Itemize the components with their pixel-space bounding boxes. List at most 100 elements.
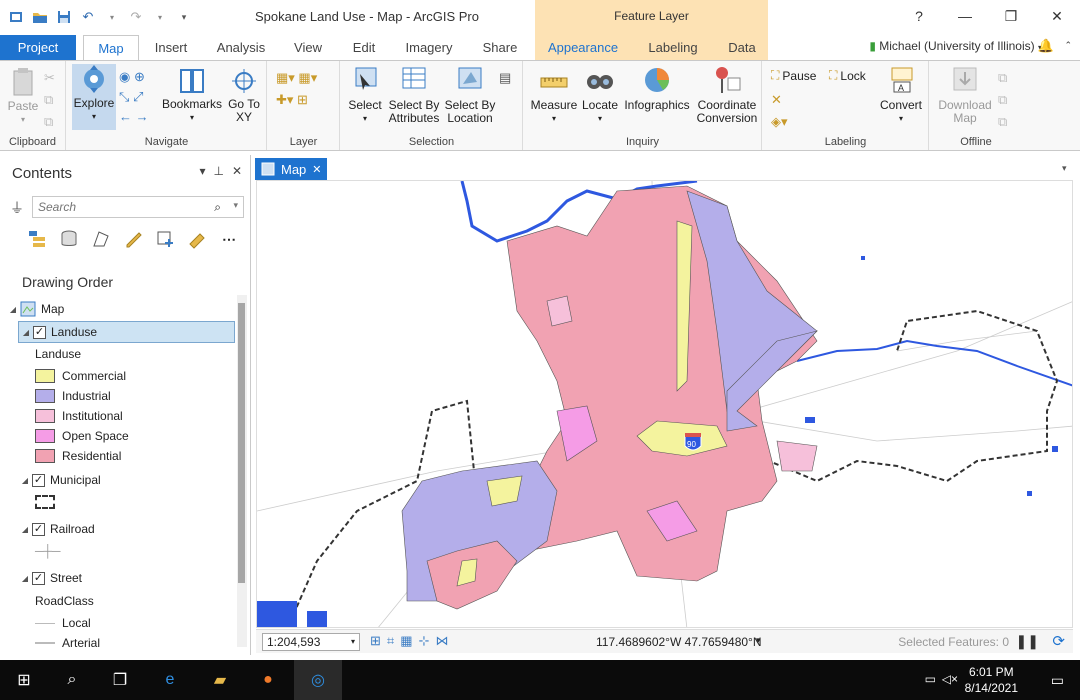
more-options-icon[interactable]: ⋯ xyxy=(218,228,240,250)
tab-labeling[interactable]: Labeling xyxy=(640,35,706,61)
windows-start-icon[interactable]: ⊞ xyxy=(0,660,48,700)
taskbar-clock[interactable]: 6:01 PM 8/14/2021 xyxy=(965,664,1018,696)
file-explorer-icon[interactable]: ▰ xyxy=(196,660,244,700)
save-icon[interactable] xyxy=(54,7,74,27)
constraints-icon[interactable]: ⌗ xyxy=(387,633,394,649)
select-by-attributes-button[interactable]: Select By Attributes xyxy=(387,64,441,125)
expand-icon[interactable]: ◢ xyxy=(19,328,33,337)
close-button[interactable]: ✕ xyxy=(1034,0,1080,32)
layer-railroad[interactable]: ◢ ✓ Railroad xyxy=(18,518,95,540)
grid-icon[interactable]: ▦ xyxy=(400,633,412,649)
minimize-button[interactable]: ― xyxy=(942,0,988,32)
coordinate-conversion-button[interactable]: Coordinate Conversion xyxy=(694,64,760,125)
redo-dropdown-icon[interactable]: ▾ xyxy=(150,7,170,27)
snapping-view-icon[interactable] xyxy=(154,228,176,250)
goto-xy-button[interactable]: Go To XY xyxy=(225,67,263,124)
search-input[interactable] xyxy=(33,197,193,217)
infographics-button[interactable]: Infographics xyxy=(622,64,692,112)
search-icon[interactable]: ⌕ xyxy=(214,200,221,215)
contents-search[interactable]: ⌕ ▾ xyxy=(32,196,244,218)
measure-button[interactable]: Measure ▾ xyxy=(530,64,578,125)
download-map-button[interactable]: Download Map xyxy=(934,64,996,125)
drawing-order-icon[interactable] xyxy=(26,228,48,250)
user-account[interactable]: ▮ Michael (University of Illinois) ▾ xyxy=(869,39,1042,53)
explore-button[interactable]: Explore ▾ xyxy=(72,64,116,130)
redo-icon[interactable]: ↷ xyxy=(126,7,146,27)
tab-imagery[interactable]: Imagery xyxy=(397,35,461,61)
pane-menu-icon[interactable]: ▾ xyxy=(199,164,205,178)
notifications-icon[interactable]: ▭ xyxy=(1051,672,1064,689)
zoom-nav-icons[interactable]: ◉ ⊕ ⤡ ⤢ ← → xyxy=(119,67,157,127)
scroll-thumb[interactable] xyxy=(238,303,245,583)
expand-icon[interactable]: ◢ xyxy=(18,574,32,583)
tab-project[interactable]: Project xyxy=(0,35,76,61)
tab-map[interactable]: Map xyxy=(83,35,139,61)
snapping-icon[interactable]: ⋈ xyxy=(435,633,448,649)
collapse-ribbon-icon[interactable]: ⌃ xyxy=(1064,40,1072,51)
undo-icon[interactable]: ↶ xyxy=(78,7,98,27)
grid-snap-icon[interactable]: ⊞ xyxy=(370,633,381,649)
task-view-icon[interactable]: ❐ xyxy=(96,660,144,700)
view-dropdown-icon[interactable]: ▾ xyxy=(1062,163,1067,174)
railroad-visibility-checkbox[interactable]: ✓ xyxy=(32,522,45,536)
data-source-icon[interactable] xyxy=(58,228,80,250)
select-button[interactable]: Select ▾ xyxy=(345,64,385,125)
firefox-icon[interactable]: ● xyxy=(244,660,292,700)
undo-dropdown-icon[interactable]: ▾ xyxy=(102,7,122,27)
search-icon[interactable]: ⌕ xyxy=(48,660,96,700)
pause-labels-button[interactable]: ⛶ Pause xyxy=(771,68,816,83)
correction-icon[interactable]: ⊹ xyxy=(419,633,430,649)
tab-data[interactable]: Data xyxy=(718,35,766,61)
layer-tools-icons[interactable]: ▦▾ ▦▾ ✚▾ ⊞ xyxy=(276,67,317,111)
locate-button[interactable]: Locate ▾ xyxy=(580,64,620,125)
tab-view[interactable]: View xyxy=(285,35,331,61)
customize-qat-icon[interactable]: ▾ xyxy=(174,7,194,27)
close-icon[interactable]: ✕ xyxy=(312,163,321,176)
lock-labels-button[interactable]: ⛶ Lock xyxy=(829,68,866,83)
landuse-visibility-checkbox[interactable]: ✓ xyxy=(33,325,46,339)
selection-view-icon[interactable] xyxy=(90,228,112,250)
tab-share[interactable]: Share xyxy=(474,35,526,61)
layer-municipal[interactable]: ◢ ✓ Municipal xyxy=(18,469,101,491)
help-button[interactable]: ? xyxy=(896,0,942,32)
coords-dropdown-icon[interactable]: ▾ xyxy=(756,635,761,646)
pane-close-icon[interactable]: ✕ xyxy=(232,164,242,178)
open-folder-icon[interactable] xyxy=(30,7,50,27)
contents-scrollbar[interactable] xyxy=(237,295,247,647)
editing-view-icon[interactable] xyxy=(122,228,144,250)
label-tools-icons[interactable]: ✕ ◈▾ xyxy=(771,89,788,133)
expand-icon[interactable]: ◢ xyxy=(18,476,32,485)
attributes-icon[interactable]: ▤ xyxy=(499,67,511,89)
network-icon[interactable]: ▭ xyxy=(925,672,936,686)
pause-drawing-icon[interactable]: ❚❚ xyxy=(1016,633,1039,650)
bookmarks-button[interactable]: Bookmarks ▾ xyxy=(161,67,223,124)
scale-selector[interactable]: 1:204,593 ▾ xyxy=(262,633,360,651)
expand-icon[interactable]: ◢ xyxy=(6,305,20,314)
layer-landuse[interactable]: ◢ ✓ Landuse xyxy=(18,321,235,343)
municipal-visibility-checkbox[interactable]: ✓ xyxy=(32,473,45,487)
pin-icon[interactable]: ⊥ xyxy=(213,164,223,178)
tab-analysis[interactable]: Analysis xyxy=(210,35,272,61)
notification-icon[interactable]: 🔔 xyxy=(1038,38,1054,54)
map-canvas[interactable]: 90 xyxy=(257,181,1073,628)
convert-button[interactable]: A Convert ▾ xyxy=(877,64,925,125)
offline-tools-icons[interactable]: ⧉ ⧉ ⧉ xyxy=(998,67,1007,133)
new-project-icon[interactable] xyxy=(6,7,26,27)
layer-street[interactable]: ◢ ✓ Street xyxy=(18,567,82,589)
street-visibility-checkbox[interactable]: ✓ xyxy=(32,571,45,585)
expand-icon[interactable]: ◢ xyxy=(18,525,32,534)
tab-insert[interactable]: Insert xyxy=(146,35,196,61)
tree-map[interactable]: ◢ Map xyxy=(6,298,64,320)
select-by-location-button[interactable]: Select By Location xyxy=(443,64,497,125)
edge-icon[interactable]: e xyxy=(146,660,194,700)
tab-edit[interactable]: Edit xyxy=(343,35,385,61)
paste-button[interactable]: Paste ▾ xyxy=(6,67,40,126)
restore-button[interactable]: ❐ xyxy=(988,0,1034,32)
volume-icon[interactable]: ◁× xyxy=(942,672,958,686)
tab-appearance[interactable]: Appearance xyxy=(540,35,626,61)
arcgis-pro-icon[interactable]: ◎ xyxy=(294,660,342,700)
map-view[interactable]: 90 xyxy=(256,180,1073,628)
labeling-view-icon[interactable] xyxy=(186,228,208,250)
tab-map-view[interactable]: Map ✕ xyxy=(255,158,327,180)
filter-icon[interactable]: ⏚ xyxy=(10,198,24,218)
